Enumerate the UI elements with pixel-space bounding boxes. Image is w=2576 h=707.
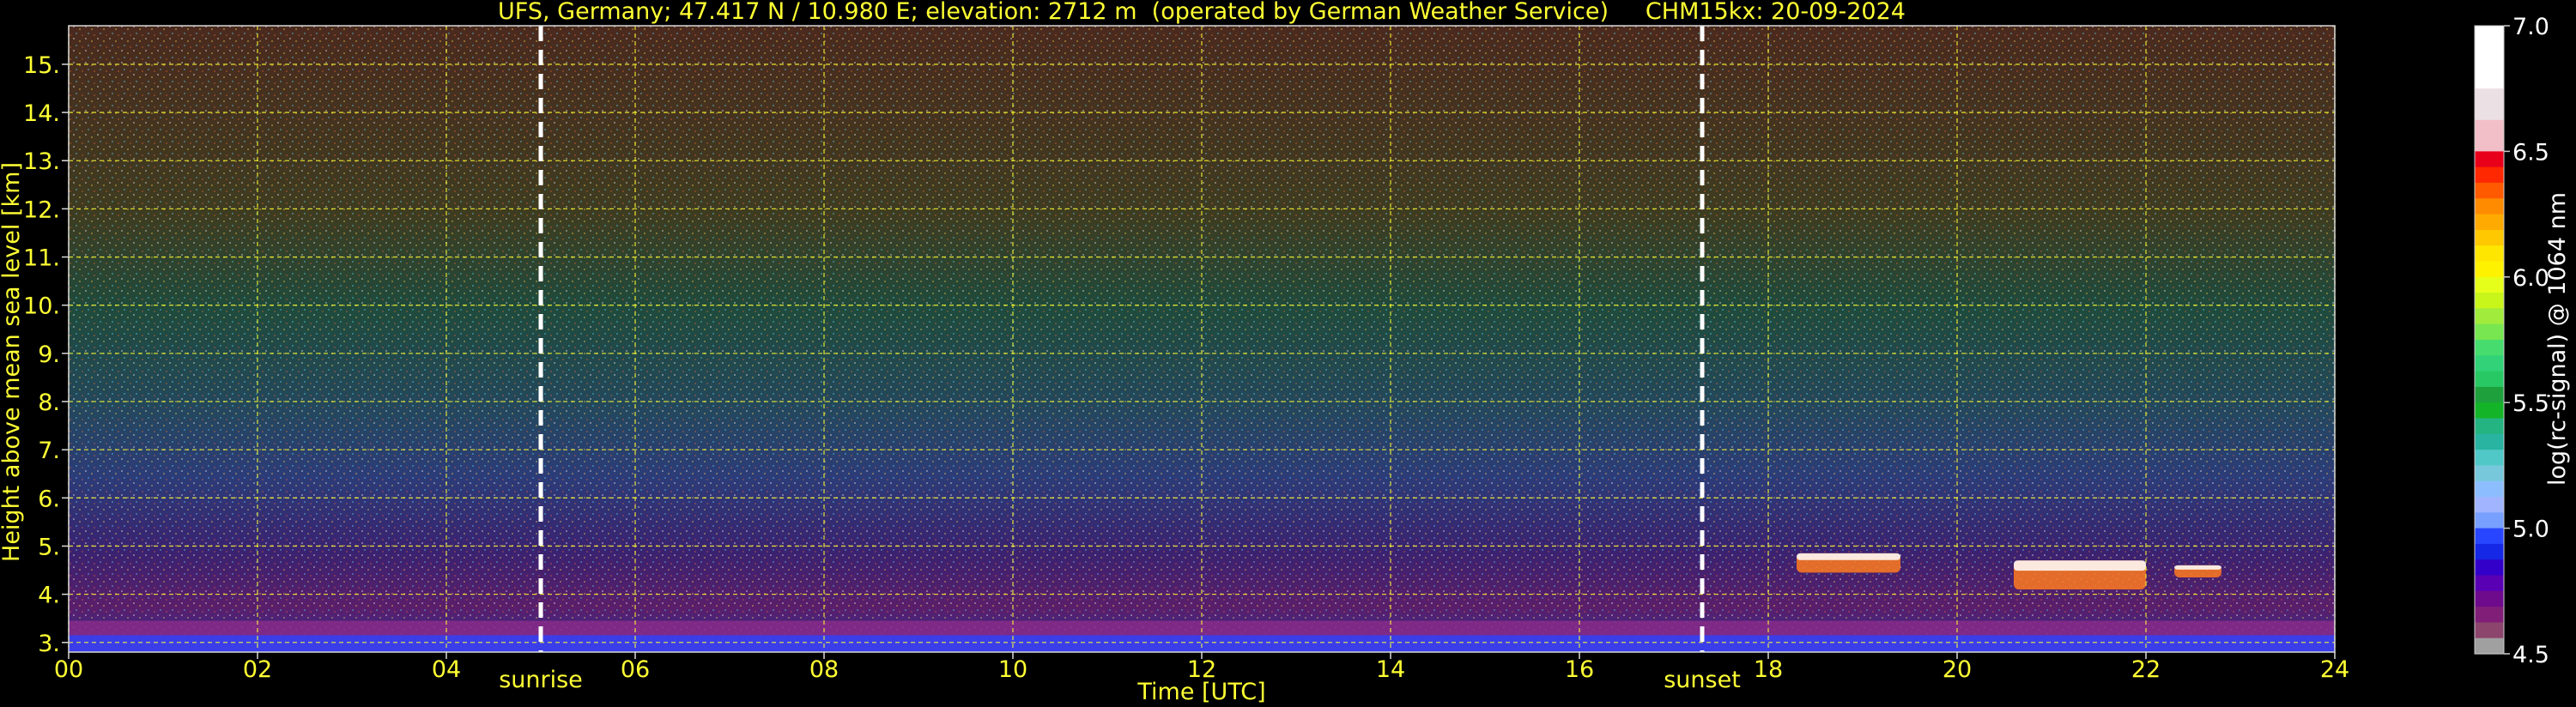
cloud-top-1 — [1797, 553, 1900, 560]
y-tick-label: 14. — [23, 100, 60, 127]
colorbar-swatch — [2475, 308, 2504, 325]
plot-area: sunrise sunset — [68, 25, 2336, 693]
sunrise-label: sunrise — [499, 667, 583, 693]
colorbar-ticks: 7.06.56.05.55.04.5 — [2504, 14, 2549, 668]
colorbar-swatch — [2475, 198, 2504, 215]
colorbar-swatch — [2475, 26, 2504, 42]
colorbar-swatch — [2475, 433, 2504, 450]
x-tick-label: 08 — [809, 656, 839, 683]
colorbar-label: log(rc-signal) @ 1064 nm — [2544, 192, 2571, 486]
colorbar-swatch — [2475, 136, 2504, 152]
colorbar-swatch — [2475, 276, 2504, 293]
colorbar-swatch — [2475, 355, 2504, 372]
colorbar-tick-label: 7.0 — [2512, 14, 2549, 40]
x-axis-label: Time [UTC] — [1136, 679, 1265, 705]
x-tick-label: 02 — [243, 656, 272, 683]
sunset-label: sunset — [1664, 667, 1741, 693]
colorbar-swatch — [2475, 543, 2504, 560]
colorbar-swatch — [2475, 183, 2504, 199]
colorbar-swatch — [2475, 88, 2504, 106]
ceilometer-chart: sunrise sunset 00 02 04 06 08 10 12 14 16 18 20 22 24… — [0, 0, 2571, 705]
chart-title: UFS, Germany; 47.417 N / 10.980 E; eleva… — [498, 0, 1906, 25]
colorbar-tick-label: 5.0 — [2512, 517, 2549, 543]
x-tick-label: 04 — [432, 656, 461, 683]
y-tick-label: 7. — [38, 438, 60, 464]
x-tick-label: 18 — [1754, 656, 1783, 683]
y-tick-label: 12. — [23, 196, 60, 223]
colorbar-swatch — [2475, 261, 2504, 278]
colorbar-swatch — [2475, 214, 2504, 231]
colorbar-swatch — [2475, 465, 2504, 482]
colorbar-swatch — [2475, 293, 2504, 309]
y-tick-label: 11. — [23, 245, 60, 272]
colorbar-swatch — [2475, 450, 2504, 466]
y-tick-label: 4. — [38, 583, 60, 609]
colorbar-swatch — [2475, 229, 2504, 246]
y-axis-ticks: 3. 4. 5. 6. 7. 8. 9. 10. 11. 12. 13. 14. 15. — [23, 52, 69, 657]
y-tick-label: 3. — [38, 631, 60, 657]
y-tick-label: 9. — [38, 341, 60, 368]
colorbar-swatch — [2475, 480, 2504, 498]
colorbar-swatch — [2475, 119, 2504, 136]
y-tick-label: 15. — [23, 52, 60, 79]
colorbar-swatch — [2475, 622, 2504, 639]
y-tick-label: 6. — [38, 486, 60, 512]
colorbar: 7.06.56.05.55.04.5 log(rc-signal) @ 1064… — [2474, 14, 2571, 668]
colorbar-swatch — [2475, 638, 2504, 655]
x-tick-label: 10 — [998, 656, 1027, 683]
colorbar-swatch — [2475, 245, 2504, 263]
colorbar-swatch — [2475, 371, 2504, 388]
colorbar-swatch — [2475, 497, 2504, 513]
colorbar-swatch — [2475, 418, 2504, 435]
colorbar-swatch — [2475, 41, 2504, 58]
colorbar-swatch — [2475, 386, 2504, 403]
colorbar-swatch — [2475, 72, 2504, 89]
x-tick-label: 24 — [2320, 656, 2349, 683]
cloud-top-3 — [2174, 565, 2221, 570]
y-tick-label: 5. — [38, 534, 60, 560]
colorbar-swatch — [2475, 607, 2504, 623]
colorbar-swatch — [2475, 340, 2504, 356]
colorbar-swatch — [2475, 559, 2504, 577]
colorbar-swatch — [2475, 104, 2504, 121]
colorbar-swatch — [2475, 402, 2504, 420]
x-tick-label: 22 — [2131, 656, 2161, 683]
x-tick-label: 16 — [1565, 656, 1594, 683]
x-tick-label: 14 — [1376, 656, 1405, 683]
y-axis-label: Height above mean sea level [km] — [0, 162, 25, 562]
x-tick-label: 06 — [621, 656, 650, 683]
colorbar-swatch — [2475, 512, 2504, 529]
colorbar-swatch — [2475, 166, 2504, 184]
colorbar-swatch — [2475, 528, 2504, 545]
y-tick-label: 10. — [23, 293, 60, 320]
cloud-top-2 — [2014, 560, 2146, 571]
y-tick-label: 13. — [23, 148, 60, 175]
colorbar-tick-label: 6.5 — [2512, 139, 2549, 166]
x-tick-label: 20 — [1943, 656, 1972, 683]
colorbar-tick-label: 4.5 — [2512, 642, 2549, 668]
y-tick-label: 8. — [38, 390, 60, 416]
colorbar-swatch — [2475, 57, 2504, 74]
x-tick-label: 00 — [54, 656, 83, 683]
colorbar-swatch — [2475, 590, 2504, 607]
colorbar-swatch — [2475, 323, 2504, 341]
colorbar-swatch — [2475, 575, 2504, 592]
colorbar-swatches — [2475, 26, 2504, 655]
colorbar-swatch — [2475, 151, 2504, 168]
